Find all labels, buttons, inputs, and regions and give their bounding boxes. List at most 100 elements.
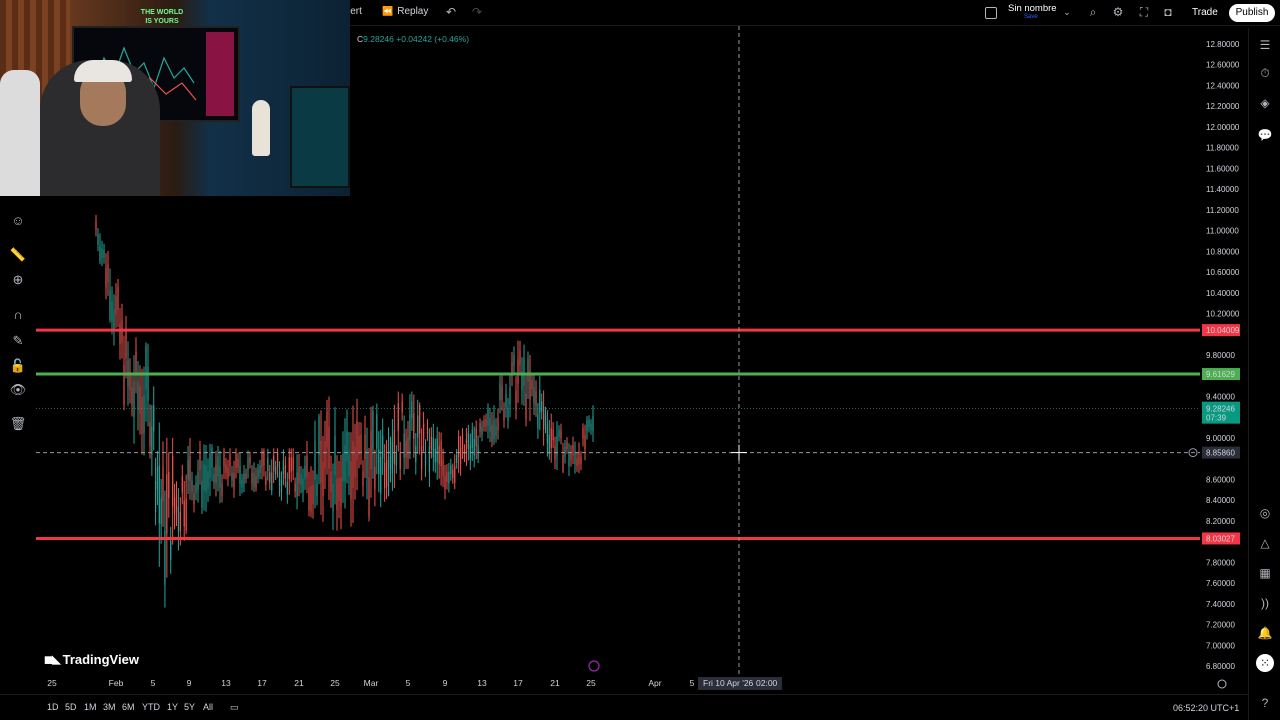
time-tick-label: 13 xyxy=(477,678,487,688)
candle-body xyxy=(550,428,552,448)
quick-search-icon[interactable]: ⌕ xyxy=(1086,5,1100,19)
candle-body xyxy=(537,413,539,429)
chevron-down-icon[interactable]: ⌄ xyxy=(1060,5,1074,19)
utc-clock[interactable]: 06:52:20 UTC+1 xyxy=(1173,703,1239,713)
candle-body xyxy=(395,453,397,466)
candle-body xyxy=(533,387,535,404)
candle-body xyxy=(312,484,314,505)
chat-icon[interactable]: 💬 xyxy=(1256,126,1274,144)
candle-body xyxy=(166,474,168,534)
help-icon[interactable]: ? xyxy=(1256,694,1274,712)
price-tick-label: 11.00000 xyxy=(1206,227,1239,236)
publish-button[interactable]: Publish xyxy=(1229,4,1275,22)
candle-body xyxy=(374,466,376,490)
trash-icon[interactable]: 🗑 xyxy=(9,415,27,433)
candle-body xyxy=(469,444,471,460)
range-1d[interactable]: 1D xyxy=(47,702,59,712)
candle-body xyxy=(276,452,279,467)
candle-body xyxy=(458,435,460,457)
candle-body xyxy=(417,415,419,438)
candle-body xyxy=(391,442,394,474)
alert-button[interactable]: lert xyxy=(348,6,362,17)
time-tick-label: 5 xyxy=(406,678,411,688)
range-all[interactable]: All xyxy=(203,702,213,712)
candle-body xyxy=(446,471,448,482)
candle-body xyxy=(513,354,515,367)
fullscreen-icon[interactable]: ⛶ xyxy=(1137,5,1151,19)
candle-body xyxy=(517,359,519,385)
layout-square-icon[interactable] xyxy=(985,7,997,19)
calendar-icon[interactable]: ▦ xyxy=(1256,564,1274,582)
chair xyxy=(0,70,40,196)
apps-grid-icon[interactable]: ⁙ xyxy=(1256,654,1274,672)
watchlist-icon[interactable]: ☰ xyxy=(1256,36,1274,54)
candle-body xyxy=(531,379,533,390)
range-5d[interactable]: 5D xyxy=(65,702,77,712)
eye-icon[interactable]: 👁 xyxy=(9,381,27,399)
candle-body xyxy=(229,452,231,467)
triangle-icon[interactable]: △ xyxy=(1256,534,1274,552)
range-1m[interactable]: 1M xyxy=(84,702,97,712)
candle-body xyxy=(207,471,209,489)
candle-body xyxy=(147,366,149,401)
camera-icon[interactable]: ◘ xyxy=(1161,5,1175,19)
candle-body xyxy=(479,423,481,432)
candle-body xyxy=(592,415,594,431)
date-range-calendar-icon[interactable]: ▭ xyxy=(230,702,239,713)
replay-button[interactable]: ⏪ Replay xyxy=(382,6,428,17)
candle-body xyxy=(372,411,374,450)
price-tick-label: 11.80000 xyxy=(1206,144,1239,153)
trade-button[interactable]: Trade xyxy=(1186,4,1224,22)
settings-icon[interactable]: ⚙ xyxy=(1111,5,1125,19)
candle-body xyxy=(334,436,336,476)
candle-body xyxy=(326,410,328,448)
emoji-icon[interactable]: ☺ xyxy=(9,212,27,230)
target-icon[interactable]: ◎ xyxy=(1256,504,1274,522)
clock-icon[interactable]: ⏱ xyxy=(1256,64,1274,82)
candle-body xyxy=(223,450,225,467)
undo-icon[interactable]: ↶ xyxy=(444,5,458,19)
ruler-icon[interactable]: 📏 xyxy=(9,246,27,264)
candle-body xyxy=(344,445,346,482)
candle-body xyxy=(149,422,151,447)
layout-name[interactable]: Sin nombre xyxy=(1008,3,1057,14)
signal-icon[interactable]: )) xyxy=(1256,594,1274,612)
candle-body xyxy=(430,436,432,450)
range-ytd[interactable]: YTD xyxy=(142,702,160,712)
price-tick-label: 11.40000 xyxy=(1206,185,1239,194)
lightning-event-icon xyxy=(588,660,600,672)
price-tick-label: 12.00000 xyxy=(1206,123,1240,132)
candle-body xyxy=(111,301,113,322)
price-tick-label: 7.20000 xyxy=(1206,621,1235,630)
range-3m[interactable]: 3M xyxy=(103,702,116,712)
candle-body xyxy=(316,483,318,496)
redo-icon[interactable]: ↷ xyxy=(470,5,484,19)
candle-body xyxy=(302,478,304,492)
layers-icon[interactable]: ◈ xyxy=(1256,94,1274,112)
crosshair-date-label: Fri 10 Apr '26 xyxy=(703,678,754,688)
candle-body xyxy=(389,450,392,469)
candle-body xyxy=(586,419,588,432)
range-1y[interactable]: 1Y xyxy=(167,702,178,712)
candle-body xyxy=(173,497,176,516)
lock-icon[interactable]: 🔓 xyxy=(9,357,27,375)
price-tick-label: 7.60000 xyxy=(1206,579,1235,588)
zoom-in-icon[interactable]: ⊕ xyxy=(9,271,27,289)
replay-label: Replay xyxy=(397,6,429,17)
candle-body xyxy=(278,471,281,487)
candle-body xyxy=(105,267,107,288)
statue-figure xyxy=(252,100,270,156)
candle-body xyxy=(463,449,466,457)
lock-pencil-icon[interactable]: ✎ xyxy=(9,332,27,350)
candle-body xyxy=(95,221,97,230)
candle-body xyxy=(107,264,109,283)
range-6m[interactable]: 6M xyxy=(122,702,135,712)
candle-body xyxy=(172,455,174,507)
range-5y[interactable]: 5Y xyxy=(184,702,195,712)
candle-body xyxy=(548,434,550,455)
candle-body xyxy=(584,435,586,450)
magnet-icon[interactable]: ∩ xyxy=(9,306,27,324)
candle-body xyxy=(131,387,133,404)
bell-icon[interactable]: 🔔 xyxy=(1256,624,1274,642)
candle-body xyxy=(243,473,245,485)
